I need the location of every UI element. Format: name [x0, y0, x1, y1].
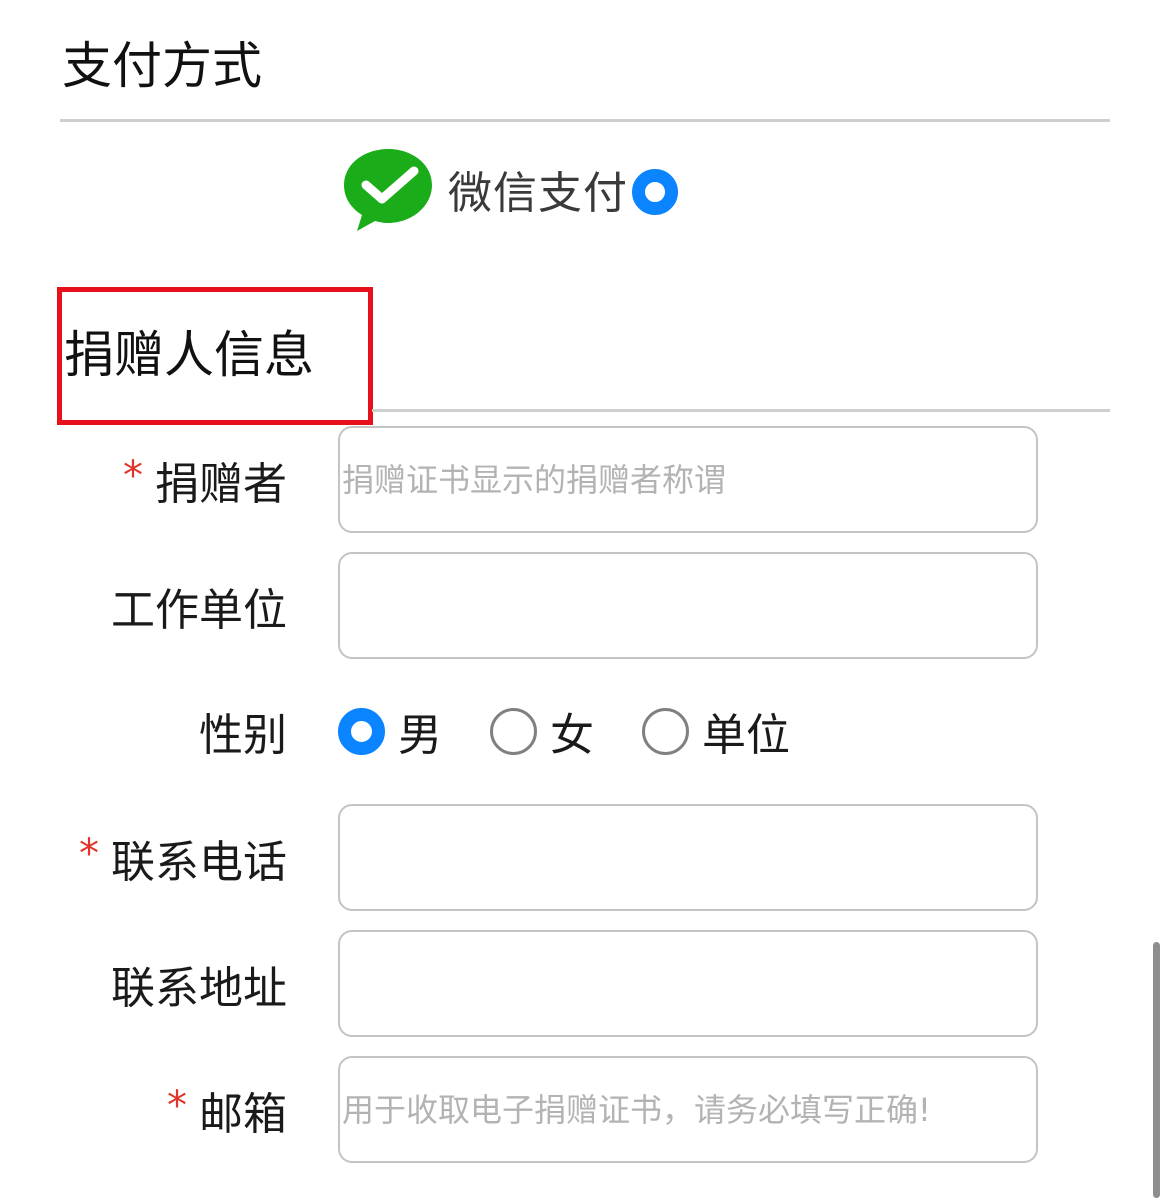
highlight-annotation-box [57, 287, 373, 425]
gender-male-radio[interactable] [338, 707, 385, 755]
address-input[interactable] [338, 930, 1038, 1037]
phone-row: * 联系电话 [0, 804, 1165, 912]
gender-option-male[interactable]: 男 [338, 699, 442, 763]
donor-name-row: * 捐赠者 [0, 426, 1165, 534]
donor-name-input[interactable] [338, 426, 1038, 533]
wechat-pay-label: 微信支付 [448, 168, 628, 219]
gender-label: 性别 [199, 677, 287, 785]
workplace-label-text: 工作单位 [111, 585, 287, 636]
gender-option-female[interactable]: 女 [490, 699, 594, 763]
donor-name-label: * 捐赠者 [123, 426, 287, 534]
gender-organization-radio[interactable] [642, 707, 689, 755]
wechat-pay-option[interactable]: 微信支付 [342, 145, 678, 233]
phone-input[interactable] [338, 804, 1038, 911]
required-mark: * [167, 1083, 187, 1129]
donation-form-page: 支付方式 微信支付 捐赠人信息 * 捐赠者 工作单位 性别 [0, 0, 1165, 1198]
workplace-row: 工作单位 [0, 552, 1165, 660]
phone-label-text: 联系电话 [111, 837, 287, 888]
donor-divider [372, 409, 1110, 412]
payment-section-title: 支付方式 [62, 37, 262, 95]
gender-option-organization[interactable]: 单位 [642, 699, 790, 763]
gender-label-text: 性别 [199, 710, 287, 761]
payment-divider [60, 119, 1110, 122]
gender-female-radio[interactable] [490, 707, 537, 755]
donor-name-label-text: 捐赠者 [155, 459, 287, 510]
workplace-input[interactable] [338, 552, 1038, 659]
email-label: * 邮箱 [167, 1056, 287, 1164]
address-row: 联系地址 [0, 930, 1165, 1038]
email-input[interactable] [338, 1056, 1038, 1163]
gender-organization-label: 单位 [702, 710, 790, 761]
gender-male-label: 男 [398, 710, 442, 761]
workplace-label: 工作单位 [111, 552, 287, 660]
gender-female-label: 女 [550, 710, 594, 761]
wechat-pay-radio[interactable] [632, 169, 678, 215]
scrollbar-thumb[interactable] [1153, 942, 1160, 1198]
required-mark: * [79, 831, 99, 877]
address-label-text: 联系地址 [111, 963, 287, 1014]
email-label-text: 邮箱 [199, 1089, 287, 1140]
gender-radio-group: 男 女 单位 [338, 677, 838, 785]
gender-row: 性别 男 女 单位 [0, 677, 1165, 785]
phone-label: * 联系电话 [79, 804, 287, 912]
required-mark: * [123, 453, 143, 499]
wechat-pay-icon [344, 149, 432, 231]
address-label: 联系地址 [111, 930, 287, 1038]
email-row: * 邮箱 [0, 1056, 1165, 1164]
